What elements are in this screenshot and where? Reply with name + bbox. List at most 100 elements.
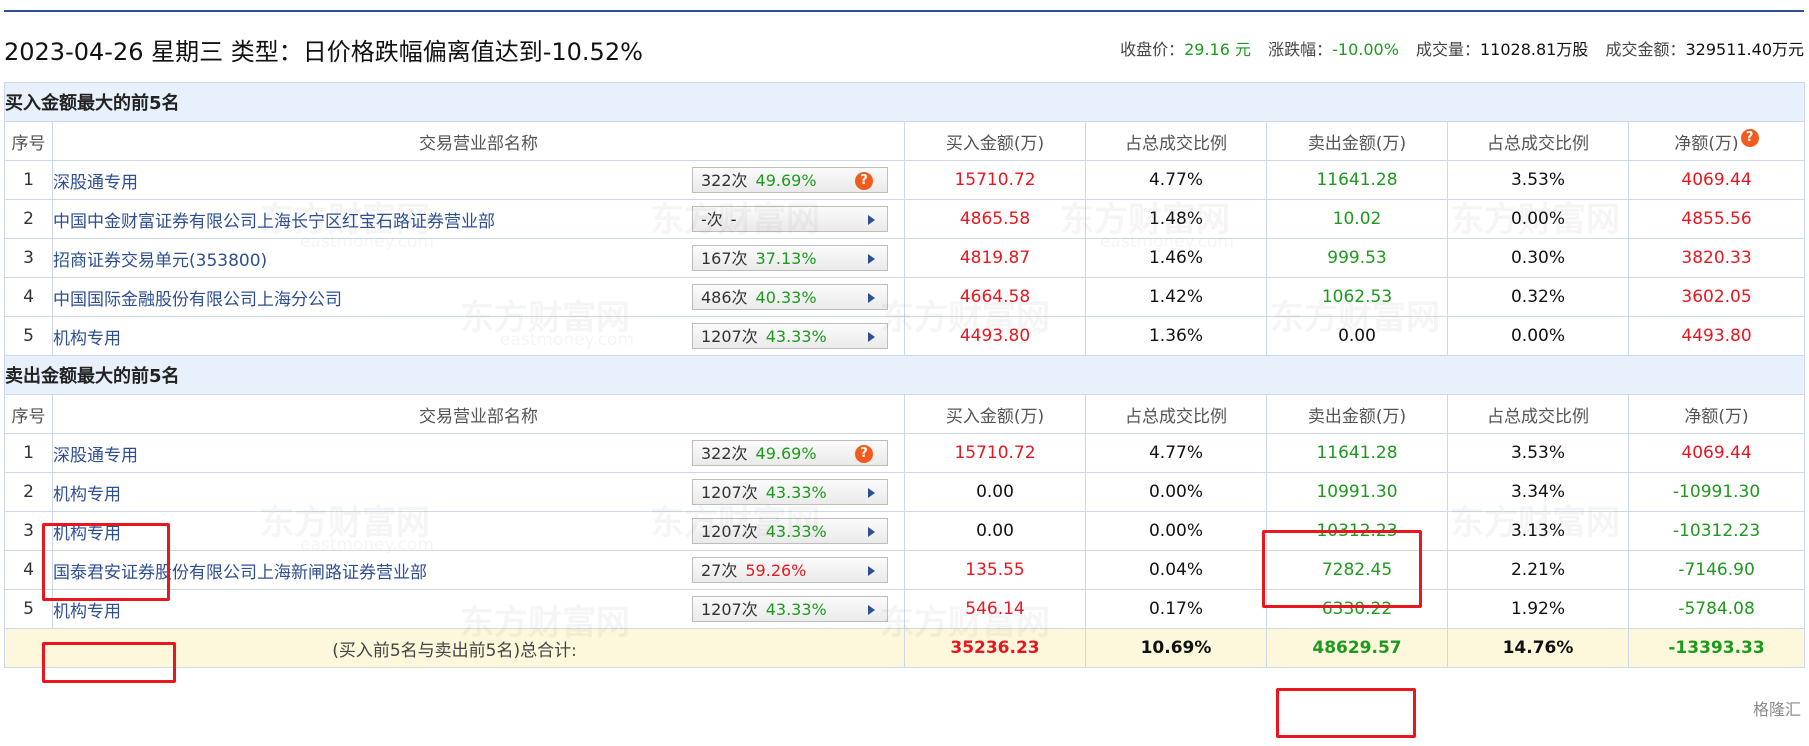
broker-cell: 机构专用 1207次 43.33% [52, 472, 905, 512]
broker-stats-button[interactable]: 167次 37.13% [692, 245, 888, 271]
total-buy: 35236.23 [904, 628, 1086, 668]
table-row: 3 机构专用 1207次 43.33% 0.00 0.00% 10312.23 3.13% -1… [4, 511, 1806, 551]
close-label: 收盘价： [1120, 40, 1185, 59]
broker-stats-button[interactable]: 1207次 43.33% [692, 479, 888, 505]
column-header-buy: 买入金额(万) [904, 394, 1086, 434]
cell-buy-ratio: 1.48% [1085, 199, 1267, 239]
cell-buy: 4819.87 [904, 238, 1086, 278]
column-header-sell: 卖出金额(万) [1266, 121, 1448, 161]
column-header-idx: 序号 [4, 121, 53, 161]
column-header-net: 净额(万) [1627, 394, 1806, 434]
close-value: 29.16 元 [1184, 40, 1251, 59]
column-header-idx: 序号 [4, 394, 53, 434]
cell-net: -7146.90 [1627, 550, 1806, 590]
cell-buy-ratio: 1.46% [1085, 238, 1267, 278]
quote-stats: 收盘价：29.16 元 涨跌幅：-10.00% 成交量：11028.81万股 成… [1120, 36, 1804, 60]
win-rate: 43.33% [765, 522, 827, 541]
broker-stats-button[interactable]: 1207次 43.33% [692, 323, 888, 349]
cell-net: -10312.23 [1627, 511, 1806, 551]
trade-count: 486次 [701, 288, 748, 307]
section-title: 卖出金额最大的前5名 [3, 355, 1806, 395]
arrow-right-icon[interactable] [868, 332, 875, 342]
trade-count: 27次 [701, 561, 738, 580]
broker-stats-button[interactable]: 1207次 43.33% [692, 518, 888, 544]
cell-buy: 4493.80 [904, 316, 1086, 356]
section-title-row: 卖出金额最大的前5名 [3, 355, 1806, 395]
column-header-buy: 买入金额(万) [904, 121, 1086, 161]
row-index: 2 [4, 199, 53, 239]
cell-buy-ratio: 0.00% [1085, 472, 1267, 512]
cell-net: 4493.80 [1627, 316, 1806, 356]
question-icon[interactable]: ? [1740, 128, 1759, 147]
trade-count: 322次 [701, 444, 748, 463]
total-row: (买入前5名与卖出前5名)总合计: 35236.23 10.69% 48629.… [4, 628, 1806, 668]
broker-stats-button[interactable]: 1207次 43.33% [692, 596, 888, 622]
question-icon[interactable]: ? [855, 172, 873, 190]
broker-cell: 国泰君安证券股份有限公司上海新闸路证券营业部 27次 59.26% [52, 550, 905, 590]
trade-count: 1207次 [701, 483, 758, 502]
cell-buy: 0.00 [904, 511, 1086, 551]
column-header-row: 序号 交易营业部名称 买入金额(万) 占总成交比例 卖出金额(万) 占总成交比例 净额(万) [4, 394, 1806, 434]
broker-name-link[interactable]: 招商证券交易单元(353800) [53, 251, 267, 271]
cell-net: -5784.08 [1627, 589, 1806, 629]
table-row: 4 中国国际金融股份有限公司上海分公司 486次 40.33% 4664.58 1.42%… [4, 277, 1806, 317]
row-index: 3 [4, 238, 53, 278]
broker-name-link[interactable]: 深股通专用 [53, 173, 138, 193]
arrow-right-icon[interactable] [868, 605, 875, 615]
sell-section: 卖出金额最大的前5名 序号 交易营业部名称 买入金额(万) 占总成交比例 卖出金额(万) 占… [3, 355, 1806, 629]
broker-name-link[interactable]: 机构专用 [53, 602, 121, 622]
total-net: -13393.33 [1627, 628, 1806, 668]
column-header-buy-ratio: 占总成交比例 [1085, 121, 1267, 161]
broker-name-link[interactable]: 机构专用 [53, 485, 121, 505]
highlight-box [42, 642, 176, 683]
volume-value: 11028.81万股 [1480, 40, 1589, 59]
table-row: 2 中国中金财富证券有限公司上海长宁区红宝石路证券营业部 -次 - 4865.58 1.4… [4, 199, 1806, 239]
cell-buy-ratio: 4.77% [1085, 160, 1267, 200]
arrow-right-icon[interactable] [868, 215, 875, 225]
table-row: 1 深股通专用 322次 49.69%? 15710.72 4.77% 11641.28 3.… [4, 433, 1806, 473]
trade-count: -次 [701, 210, 723, 229]
broker-stats-button[interactable]: 27次 59.26% [692, 557, 888, 583]
highlight-box [42, 523, 170, 601]
broker-stats-button[interactable]: 322次 49.69%? [692, 167, 888, 193]
arrow-right-icon[interactable] [868, 566, 875, 576]
cell-buy: 135.55 [904, 550, 1086, 590]
column-header-name: 交易营业部名称 [52, 394, 905, 434]
broker-name-link[interactable]: 中国中金财富证券有限公司上海长宁区红宝石路证券营业部 [53, 212, 495, 232]
top-divider [4, 10, 1804, 12]
table-row: 5 机构专用 1207次 43.33% 546.14 0.17% 6330.22 1.92% -… [4, 589, 1806, 629]
question-icon[interactable]: ? [855, 445, 873, 463]
page-title: 2023-04-26 星期三 类型：日价格跌幅偏离值达到-10.52% [4, 38, 643, 66]
cell-buy: 546.14 [904, 589, 1086, 629]
cell-sell-ratio: 3.13% [1447, 511, 1629, 551]
broker-name-link[interactable]: 深股通专用 [53, 446, 138, 466]
trade-count: 1207次 [701, 522, 758, 541]
win-rate: 49.69% [755, 444, 817, 463]
column-header-name: 交易营业部名称 [52, 121, 905, 161]
broker-cell: 机构专用 1207次 43.33% [52, 589, 905, 629]
cell-sell: 11641.28 [1266, 433, 1448, 473]
broker-name-link[interactable]: 中国国际金融股份有限公司上海分公司 [53, 290, 342, 310]
volume-label: 成交量： [1415, 40, 1480, 59]
broker-stats-button[interactable]: -次 - [692, 206, 888, 232]
trade-count: 167次 [701, 249, 748, 268]
cell-sell-ratio: 3.53% [1447, 160, 1629, 200]
cell-buy: 15710.72 [904, 160, 1086, 200]
column-header-row: 序号 交易营业部名称 买入金额(万) 占总成交比例 卖出金额(万) 占总成交比例 净额(万)… [4, 121, 1806, 161]
broker-stats-button[interactable]: 486次 40.33% [692, 284, 888, 310]
broker-name-link[interactable]: 机构专用 [53, 329, 121, 349]
row-index: 5 [4, 316, 53, 356]
cell-sell-ratio: 1.92% [1447, 589, 1629, 629]
arrow-right-icon[interactable] [868, 293, 875, 303]
arrow-right-icon[interactable] [868, 488, 875, 498]
change-label: 涨跌幅： [1268, 40, 1333, 59]
cell-buy: 0.00 [904, 472, 1086, 512]
arrow-right-icon[interactable] [868, 527, 875, 537]
row-index: 1 [4, 160, 53, 200]
cell-sell: 0.00 [1266, 316, 1448, 356]
change-value: -10.00% [1332, 40, 1399, 59]
section-title-row: 买入金额最大的前5名 [3, 82, 1806, 122]
broker-stats-button[interactable]: 322次 49.69%? [692, 440, 888, 466]
table-row: 2 机构专用 1207次 43.33% 0.00 0.00% 10991.30 3.34% -1… [4, 472, 1806, 512]
arrow-right-icon[interactable] [868, 254, 875, 264]
